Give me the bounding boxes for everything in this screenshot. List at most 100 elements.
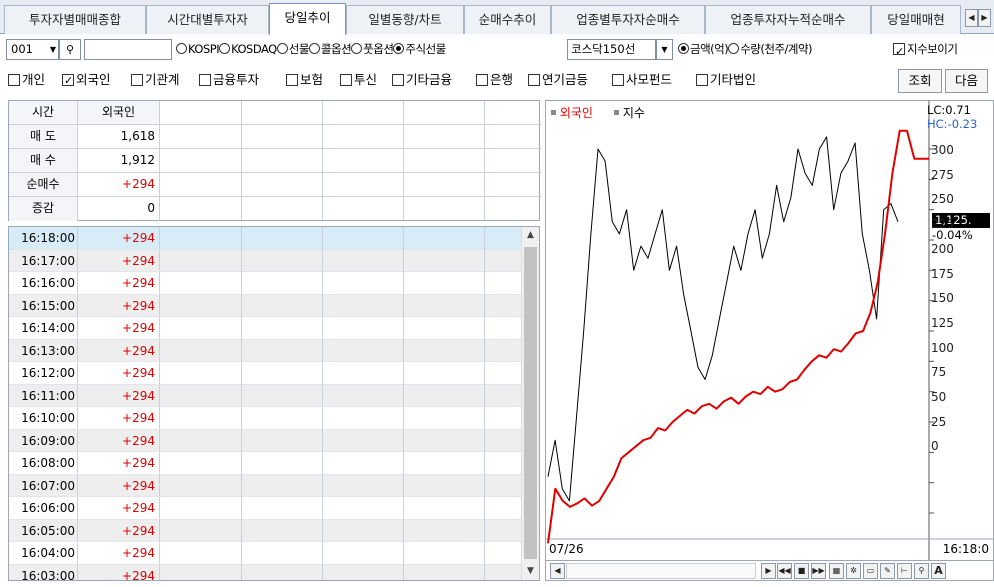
- row-value: +294: [78, 339, 160, 361]
- table-row[interactable]: 16:16:00 +294: [9, 272, 522, 295]
- row-value: +294: [78, 249, 160, 271]
- checkbox-individual[interactable]: 개인: [8, 71, 45, 89]
- search-icon: ⚲: [65, 43, 75, 56]
- tab-daily-chart[interactable]: 일별동향/차트: [346, 5, 464, 34]
- checkbox-bank[interactable]: 은행: [476, 71, 513, 89]
- table-row[interactable]: 16:05:00 +294: [9, 519, 522, 542]
- pen-icon[interactable]: ✎: [880, 563, 895, 579]
- y-tick-label: 75: [931, 365, 947, 380]
- scroll-up-icon[interactable]: ▲: [522, 227, 539, 244]
- scroll-thumb[interactable]: [524, 247, 537, 559]
- row-time: 16:16:00: [9, 272, 78, 294]
- radio-kosdaq[interactable]: KOSDAQ: [219, 42, 277, 56]
- futures-select-arrow[interactable]: ▼: [656, 39, 673, 60]
- legend-square-icon: [551, 110, 556, 115]
- summary-label: 순매수: [9, 173, 78, 196]
- futures-select[interactable]: 코스닥150선: [567, 39, 656, 60]
- tab-bar: 투자자별매매종합 시간대별투자자 당일추이 일별동향/차트 순매수추이 업종별투…: [0, 0, 994, 35]
- radio-label: KOSDAQ: [231, 42, 277, 56]
- tab-scroll-left-icon[interactable]: ◀: [965, 9, 978, 27]
- row-value: +294: [78, 542, 160, 564]
- list-scrollbar[interactable]: ▲ ▼: [521, 227, 539, 580]
- name-input[interactable]: [84, 39, 172, 60]
- table-row[interactable]: 16:09:00 +294: [9, 429, 522, 452]
- hc-label: HC:-0.23: [927, 117, 978, 131]
- checkbox-other-finance[interactable]: 기타금융: [392, 71, 452, 89]
- tab-investor-summary[interactable]: 투자자별매매종합: [4, 5, 146, 34]
- radio-put[interactable]: 풋옵션: [351, 42, 394, 56]
- row-time: 16:11:00: [9, 384, 78, 406]
- summary-table: 시간 외국인 매 도 1,618 매 수 1,912 순매수 +294 증감 0: [8, 100, 541, 221]
- tab-sector-investor-net[interactable]: 업종별투자자순매수: [551, 5, 705, 34]
- table-row[interactable]: 16:13:00 +294: [9, 339, 522, 362]
- tab-scroll: ◀ ▶: [965, 9, 991, 27]
- tab-scroll-right-icon[interactable]: ▶: [978, 9, 991, 27]
- stop-icon[interactable]: ■: [794, 563, 809, 579]
- y-tick-label: 25: [931, 414, 947, 429]
- toolbar-primary: 001 ▼ ⚲ KOSPI KOSDAQ 선물 콜옵션 풋옵션 주식선물 코스닥150선 …: [0, 35, 994, 63]
- show-index-checkbox[interactable]: 지수보이기: [893, 39, 958, 62]
- table-row[interactable]: 16:17:00 +294: [9, 249, 522, 272]
- checkbox-pension[interactable]: 연기금등: [528, 71, 588, 89]
- tab-time-investor[interactable]: 시간대별투자자: [146, 5, 269, 34]
- radio-stock-futures[interactable]: 주식선물: [393, 42, 446, 56]
- grid-divider: [241, 101, 242, 220]
- summary-label: 매 도: [9, 125, 78, 148]
- checkbox-insurance[interactable]: 보험: [286, 71, 323, 89]
- table-row[interactable]: 16:12:00 +294: [9, 362, 522, 385]
- checkbox-icon: [476, 74, 488, 86]
- row-time: 16:17:00: [9, 249, 78, 271]
- grid-icon[interactable]: ▦: [829, 563, 844, 579]
- table-row[interactable]: 16:07:00 +294: [9, 474, 522, 497]
- query-button[interactable]: 조회: [898, 69, 942, 93]
- tab-net-buy-trend[interactable]: 순매수추이: [464, 5, 551, 34]
- table-row[interactable]: 16:06:00 +294: [9, 497, 522, 520]
- chart-scroll-track[interactable]: [566, 563, 756, 579]
- y-tick-label: 175: [931, 266, 954, 281]
- checkbox-financial-investment[interactable]: 금융투자: [199, 71, 259, 89]
- radio-circle-icon: [351, 43, 363, 54]
- checkbox-institution[interactable]: 기관계: [131, 71, 180, 89]
- radio-circle-icon: [393, 43, 405, 54]
- scroll-down-icon[interactable]: ▼: [522, 563, 539, 580]
- radio-call[interactable]: 콜옵션: [308, 42, 352, 56]
- rewind-icon[interactable]: ◀◀: [777, 563, 792, 579]
- radio-circle-icon: [219, 43, 231, 54]
- row-time: 16:09:00: [9, 429, 78, 451]
- checkbox-private-fund[interactable]: 사모펀드: [612, 71, 672, 89]
- row-value: +294: [78, 564, 160, 580]
- layout-icon[interactable]: ▭: [863, 563, 878, 579]
- checkbox-foreign[interactable]: 외국인: [62, 71, 111, 90]
- foreign-series-line: [547, 129, 929, 544]
- gear-icon[interactable]: ✲: [846, 563, 861, 579]
- table-row[interactable]: 16:11:00 +294: [9, 384, 522, 407]
- tab-daily-trend[interactable]: 당일추이: [269, 3, 346, 35]
- radio-futures[interactable]: 선물: [276, 42, 309, 56]
- code-dropdown[interactable]: 001 ▼: [6, 39, 59, 60]
- tab-daily-trade[interactable]: 당일매매현: [871, 5, 961, 34]
- radio-amount[interactable]: 금액(억): [678, 42, 729, 56]
- search-button[interactable]: ⚲: [59, 39, 81, 60]
- checkbox-other-corp[interactable]: 기타법인: [696, 71, 756, 89]
- table-row[interactable]: 16:14:00 +294: [9, 317, 522, 340]
- zoom-icon[interactable]: ⚲: [914, 563, 929, 579]
- summary-value: 1,618: [78, 125, 160, 148]
- scroll-end-icon[interactable]: ▶: [761, 563, 776, 579]
- text-tool-icon[interactable]: A: [931, 563, 946, 579]
- table-row[interactable]: 16:04:00 +294: [9, 542, 522, 565]
- table-row[interactable]: 16:03:00 +294: [9, 564, 522, 580]
- fast-forward-icon[interactable]: ▶▶: [811, 563, 826, 579]
- table-row[interactable]: 16:08:00 +294: [9, 452, 522, 475]
- radio-quantity[interactable]: 수량(천주/계약): [728, 42, 813, 56]
- next-button[interactable]: 다음: [945, 69, 988, 93]
- checkbox-trust[interactable]: 투신: [340, 71, 377, 89]
- tab-sector-cumulative[interactable]: 업종투자자누적순매수: [705, 5, 871, 34]
- row-value: +294: [78, 452, 160, 474]
- crosshair-icon[interactable]: ⊢: [897, 563, 912, 579]
- row-value: +294: [78, 227, 160, 249]
- scroll-left-icon[interactable]: ◀: [550, 563, 565, 579]
- radio-kospi[interactable]: KOSPI: [176, 42, 220, 56]
- table-row[interactable]: 16:15:00 +294: [9, 294, 522, 317]
- table-row[interactable]: 16:10:00 +294: [9, 407, 522, 430]
- table-row[interactable]: 16:18:00 +294: [9, 227, 522, 250]
